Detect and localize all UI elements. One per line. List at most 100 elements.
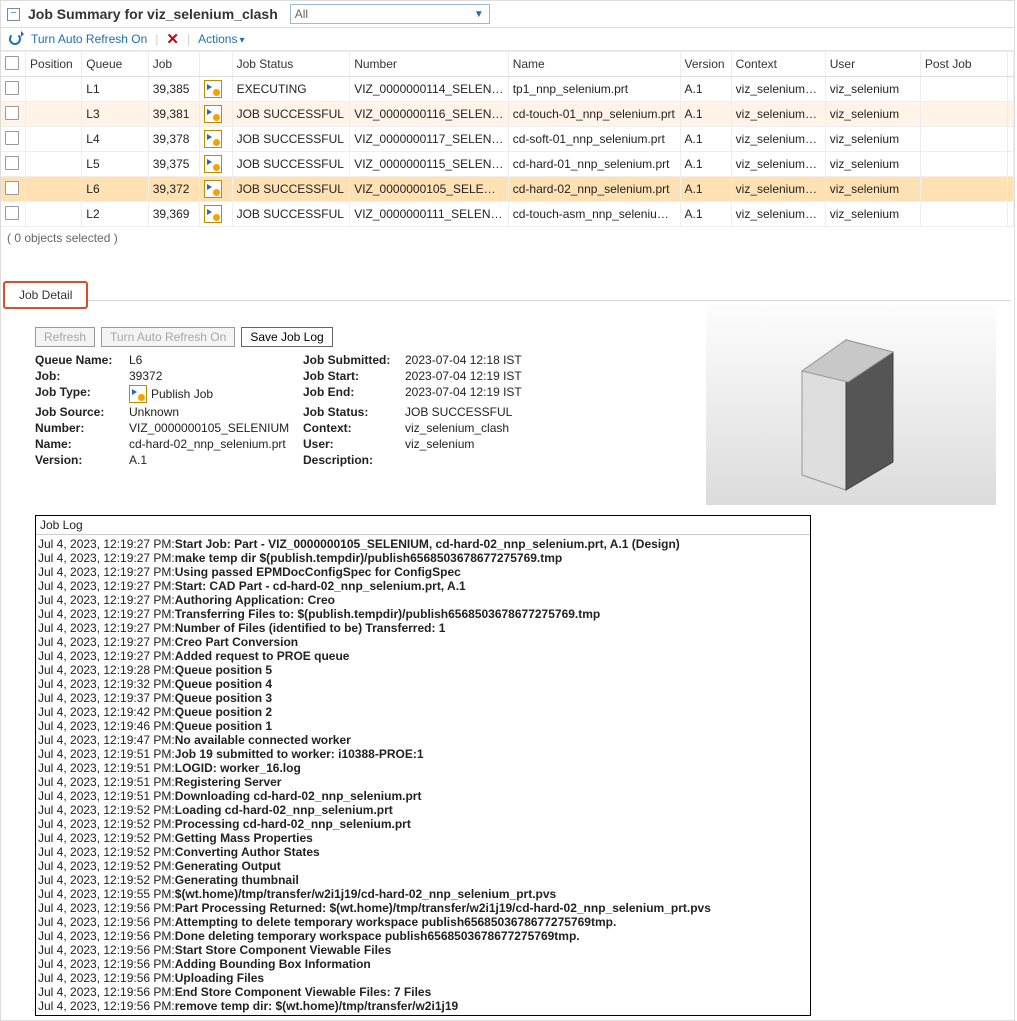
log-line: Jul 4, 2023, 12:19:56 PM:Start Store Com… xyxy=(38,943,808,957)
row-select[interactable] xyxy=(1,127,26,152)
log-message: make temp dir $(publish.tempdir)/publish… xyxy=(175,551,563,565)
filter-value: All xyxy=(295,7,308,21)
log-line: Jul 4, 2023, 12:19:52 PM:Processing cd-h… xyxy=(38,817,808,831)
cell-status: JOB SUCCESSFUL xyxy=(232,127,350,152)
log-message: Queue position 3 xyxy=(175,691,272,705)
table-row[interactable]: L639,372JOB SUCCESSFULVIZ_0000000105_SEL… xyxy=(1,177,1014,202)
col-header-position[interactable]: Position xyxy=(26,52,82,77)
k-job: Job: xyxy=(35,369,125,383)
cell-job: 39,385 xyxy=(148,77,199,102)
actions-menu[interactable]: Actions▾ xyxy=(198,32,244,46)
table-row[interactable]: L339,381JOB SUCCESSFULVIZ_0000000116_SEL… xyxy=(1,102,1014,127)
cell-icon xyxy=(199,77,232,102)
cell-status: JOB SUCCESSFUL xyxy=(232,202,350,227)
row-checkbox[interactable] xyxy=(5,156,19,170)
table-row[interactable]: L539,375JOB SUCCESSFULVIZ_0000000115_SEL… xyxy=(1,152,1014,177)
row-checkbox[interactable] xyxy=(5,181,19,195)
cell-end xyxy=(1007,177,1013,202)
save-job-log-button[interactable]: Save Job Log xyxy=(241,327,332,347)
cell-name: cd-hard-02_nnp_selenium.prt xyxy=(508,177,680,202)
v-number: VIZ_0000000105_SELENIUM xyxy=(129,421,299,435)
row-select[interactable] xyxy=(1,152,26,177)
v-end: 2023-07-04 12:19 IST xyxy=(405,385,555,403)
cell-postjob xyxy=(920,127,1007,152)
log-message: Added request to PROE queue xyxy=(175,649,350,663)
col-header-status[interactable]: Job Status xyxy=(232,52,350,77)
refresh-button[interactable]: Refresh xyxy=(35,327,95,347)
cell-user: viz_selenium xyxy=(825,177,920,202)
cell-postjob xyxy=(920,152,1007,177)
log-message: Generating Output xyxy=(175,859,281,873)
row-checkbox[interactable] xyxy=(5,81,19,95)
publish-job-icon xyxy=(204,155,222,173)
auto-refresh-button[interactable]: Turn Auto Refresh On xyxy=(101,327,235,347)
table-row[interactable]: L239,369JOB SUCCESSFULVIZ_0000000111_SEL… xyxy=(1,202,1014,227)
k-user: User: xyxy=(303,437,401,451)
col-header-context[interactable]: Context xyxy=(731,52,825,77)
log-message: Authoring Application: Creo xyxy=(175,593,335,607)
v-desc xyxy=(405,453,555,467)
row-select[interactable] xyxy=(1,102,26,127)
log-message: End Store Component Viewable Files: 7 Fi… xyxy=(175,985,432,999)
k-job-type: Job Type: xyxy=(35,385,125,403)
log-timestamp: Jul 4, 2023, 12:19:28 PM: xyxy=(38,663,175,677)
cell-icon xyxy=(199,152,232,177)
col-header-job[interactable]: Job xyxy=(148,52,199,77)
log-line: Jul 4, 2023, 12:19:46 PM:Queue position … xyxy=(38,719,808,733)
cell-job: 39,378 xyxy=(148,127,199,152)
publish-job-icon xyxy=(129,385,147,403)
refresh-icon[interactable] xyxy=(7,31,23,47)
cell-version: A.1 xyxy=(680,202,731,227)
cell-position xyxy=(26,102,82,127)
row-checkbox[interactable] xyxy=(5,106,19,120)
row-select[interactable] xyxy=(1,177,26,202)
log-line: Jul 4, 2023, 12:19:32 PM:Queue position … xyxy=(38,677,808,691)
col-header-select[interactable] xyxy=(1,52,26,77)
col-header-user[interactable]: User xyxy=(825,52,920,77)
cell-number: VIZ_0000000114_SELENIUM xyxy=(350,77,509,102)
publish-job-icon xyxy=(204,105,222,123)
k-start: Job Start: xyxy=(303,369,401,383)
col-header-postjob[interactable]: Post Job xyxy=(920,52,1007,77)
v-user: viz_selenium xyxy=(405,437,555,451)
log-line: Jul 4, 2023, 12:19:56 PM:End Store Compo… xyxy=(38,985,808,999)
row-select[interactable] xyxy=(1,202,26,227)
row-select[interactable] xyxy=(1,77,26,102)
log-line: Jul 4, 2023, 12:19:27 PM:Authoring Appli… xyxy=(38,593,808,607)
auto-refresh-toggle[interactable]: Turn Auto Refresh On xyxy=(31,32,147,46)
delete-icon[interactable]: ✕ xyxy=(166,32,179,47)
row-checkbox[interactable] xyxy=(5,206,19,220)
col-header-queue[interactable]: Queue xyxy=(82,52,148,77)
collapse-icon[interactable]: − xyxy=(7,8,20,21)
job-summary-window: − Job Summary for viz_selenium_clash All… xyxy=(0,0,1015,1021)
select-all-checkbox[interactable] xyxy=(5,56,19,70)
log-line: Jul 4, 2023, 12:19:42 PM:Queue position … xyxy=(38,705,808,719)
col-header-icon[interactable] xyxy=(199,52,232,77)
cell-number: VIZ_0000000105_SELENIUM xyxy=(350,177,509,202)
log-timestamp: Jul 4, 2023, 12:19:51 PM: xyxy=(38,775,175,789)
col-header-version[interactable]: Version xyxy=(680,52,731,77)
log-message: Queue position 5 xyxy=(175,663,272,677)
table-row[interactable]: L139,385EXECUTINGVIZ_0000000114_SELENIUM… xyxy=(1,77,1014,102)
cell-queue: L4 xyxy=(82,127,148,152)
col-header-number[interactable]: Number xyxy=(350,52,509,77)
cell-context: viz_selenium_c... xyxy=(731,77,825,102)
log-line: Jul 4, 2023, 12:19:27 PM:Using passed EP… xyxy=(38,565,808,579)
col-header-name[interactable]: Name xyxy=(508,52,680,77)
cell-user: viz_selenium xyxy=(825,152,920,177)
log-message: Queue position 1 xyxy=(175,719,272,733)
log-message: Attempting to delete temporary workspace… xyxy=(175,915,617,929)
log-message: Job 19 submitted to worker: i10388-PROE:… xyxy=(175,747,424,761)
cell-icon xyxy=(199,102,232,127)
log-message: $(wt.home)/tmp/transfer/w2i1j19/cd-hard-… xyxy=(175,887,556,901)
row-checkbox[interactable] xyxy=(5,131,19,145)
job-detail-tab[interactable]: Job Detail xyxy=(3,281,88,309)
cell-postjob xyxy=(920,177,1007,202)
toolbar-separator-2: | xyxy=(187,32,190,46)
filter-select[interactable]: All ▼ xyxy=(290,4,490,24)
v-name: cd-hard-02_nnp_selenium.prt xyxy=(129,437,299,451)
k-status: Job Status: xyxy=(303,405,401,419)
table-row[interactable]: L439,378JOB SUCCESSFULVIZ_0000000117_SEL… xyxy=(1,127,1014,152)
log-timestamp: Jul 4, 2023, 12:19:27 PM: xyxy=(38,537,175,551)
log-line: Jul 4, 2023, 12:19:51 PM:LOGID: worker_1… xyxy=(38,761,808,775)
